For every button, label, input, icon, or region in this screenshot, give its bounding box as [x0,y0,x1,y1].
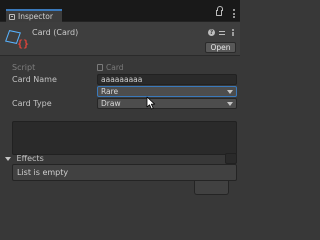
card-name-label: Card Name [12,75,57,84]
mouse-cursor-icon [146,96,155,110]
card-type-row: Card Type [12,98,52,109]
description-textarea[interactable] [12,121,237,155]
script-field: Card [97,62,237,73]
script-label: Script [12,63,36,72]
effects-list: List is empty [12,164,237,181]
tab-inspector[interactable]: Inspector [6,9,62,22]
open-button[interactable]: Open [205,42,236,53]
foldout-arrow-icon [5,156,11,161]
card-name-row: Card Name [12,74,57,85]
lock-icon[interactable] [216,6,223,16]
help-icon[interactable]: ? [208,29,215,36]
window-menu-icon[interactable] [232,9,235,18]
card-type-dropdown[interactable]: Draw [97,98,237,109]
chevron-down-icon [227,102,233,106]
more-icon[interactable] [231,29,234,36]
card-type-label: Card Type [12,99,52,108]
script-icon [97,64,103,71]
inspector-icon [9,13,15,20]
card-name-input[interactable]: aaaaaaaaa [97,74,237,85]
list-empty-text: List is empty [17,168,69,177]
tab-bar: Inspector [0,0,240,22]
card-type-value: Draw [101,99,121,108]
rarity-dropdown[interactable]: Rare [97,86,237,97]
effects-label: Effects [16,154,44,163]
tab-label: Inspector [18,12,53,21]
effects-foldout[interactable]: Effects [0,153,240,164]
chevron-down-icon [227,90,233,94]
list-footer-buttons[interactable] [194,181,229,195]
script-asset-icon: {} [5,29,29,50]
object-title: Card (Card) [32,28,79,37]
script-value: Card [106,63,124,72]
inspector-header: {} Card (Card) ? Open [0,22,240,56]
preset-icon[interactable] [219,29,225,36]
effects-size-field[interactable] [225,153,237,164]
rarity-value: Rare [101,87,119,96]
script-row: Script [12,62,35,73]
